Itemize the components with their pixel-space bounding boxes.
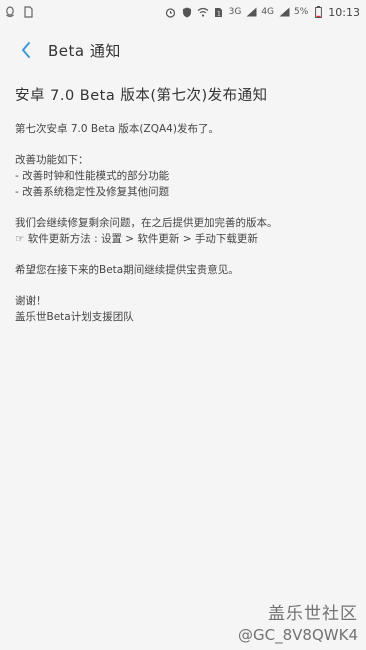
shield-icon: [181, 6, 193, 18]
status-left: [0, 6, 34, 18]
improvement-item: - 改善系统稳定性及修复其他问题: [15, 186, 170, 198]
status-bar: 1 3G 4G 5% 10:13: [0, 0, 366, 24]
update-method: ☞ 软件更新方法 : 设置 > 软件更新 > 手动下载更新: [15, 233, 258, 245]
watermark-brand: 盖乐世社区: [268, 604, 358, 624]
feedback-request: 希望您在接下来的Beta期间继续提供宝贵意见。: [15, 264, 239, 276]
screen: 1 3G 4G 5% 10:13 Beta 通知 安卓 7.0 Beta 版本(…: [0, 0, 366, 650]
signature: 盖乐世Beta计划支援团队: [15, 311, 134, 323]
improvement-item: - 改善时钟和性能模式的部分功能: [15, 170, 170, 182]
article-intro: 第七次安卓 7.0 Beta 版本(ZQA4)发布了。: [15, 123, 219, 135]
clock: 10:13: [328, 5, 360, 19]
sim1-icon: 1: [213, 6, 225, 18]
wifi-icon: [197, 6, 209, 18]
qq-icon: [4, 6, 16, 18]
page-title: Beta 通知: [48, 41, 121, 60]
svg-text:1: 1: [217, 10, 221, 17]
article-title: 安卓 7.0 Beta 版本(第七次)发布通知: [15, 88, 268, 104]
back-button[interactable]: [12, 36, 40, 64]
alarm-icon: [165, 6, 177, 18]
battery-percent: 5%: [294, 7, 309, 17]
signal-icon: [245, 6, 257, 18]
watermark: 盖乐世社区 @GC_8V8QWK4: [238, 599, 358, 644]
watermark-user: @GC_8V8QWK4: [238, 626, 358, 644]
network-label-3g: 3G: [228, 7, 242, 17]
app-header: Beta 通知: [0, 30, 366, 70]
article-content: 安卓 7.0 Beta 版本(第七次)发布通知 第七次安卓 7.0 Beta 版…: [15, 84, 351, 325]
signal-icon-2: [278, 6, 290, 18]
sim-icon: [22, 6, 34, 18]
continue-note: 我们会继续修复剩余问题，在之后提供更加完善的版本。: [15, 217, 278, 229]
status-right: 1 3G 4G 5% 10:13: [165, 6, 366, 19]
back-arrow-icon: [22, 42, 30, 58]
battery-icon: [312, 6, 324, 18]
improvements-heading: 改善功能如下：: [15, 154, 89, 166]
thanks: 谢谢！: [15, 295, 47, 307]
network-label-4g: 4G: [261, 7, 275, 17]
